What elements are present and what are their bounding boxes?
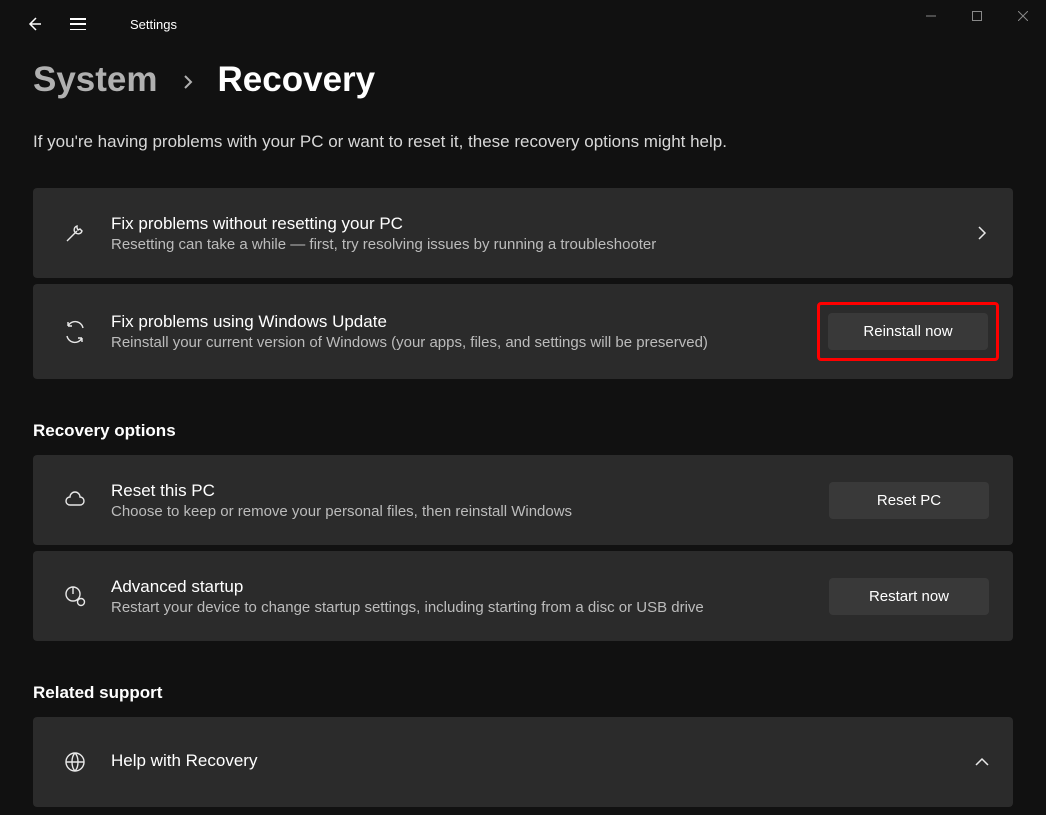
page-title: Recovery: [218, 60, 376, 100]
app-title: Settings: [130, 17, 177, 32]
hamburger-icon: [70, 18, 86, 30]
close-button[interactable]: [1000, 0, 1046, 32]
globe-icon: [57, 744, 93, 780]
highlight-annotation: Reinstall now: [817, 302, 999, 361]
cloud-reset-icon: [57, 482, 93, 518]
card-fix-win-update: Fix problems using Windows Update Reinst…: [33, 284, 1013, 379]
restart-now-button[interactable]: Restart now: [829, 578, 989, 615]
card-advanced-startup: Advanced startup Restart your device to …: [33, 551, 1013, 641]
card-desc: Resetting can take a while — first, try …: [111, 236, 975, 253]
chevron-right-icon: [975, 226, 989, 240]
wrench-icon: [57, 215, 93, 251]
reinstall-now-button[interactable]: Reinstall now: [828, 313, 988, 350]
card-title: Advanced startup: [111, 577, 829, 597]
chevron-up-icon: [975, 755, 989, 769]
maximize-button[interactable]: [954, 0, 1000, 32]
card-title: Fix problems using Windows Update: [111, 312, 817, 332]
card-help-recovery[interactable]: Help with Recovery: [33, 717, 1013, 807]
reset-pc-button[interactable]: Reset PC: [829, 482, 989, 519]
maximize-icon: [972, 11, 982, 21]
card-title: Help with Recovery: [111, 751, 975, 771]
card-reset-pc: Reset this PC Choose to keep or remove y…: [33, 455, 1013, 545]
card-fix-no-reset[interactable]: Fix problems without resetting your PC R…: [33, 188, 1013, 278]
close-icon: [1018, 11, 1028, 21]
breadcrumb-parent[interactable]: System: [33, 60, 158, 100]
minimize-button[interactable]: [908, 0, 954, 32]
back-button[interactable]: [14, 4, 54, 44]
card-desc: Choose to keep or remove your personal f…: [111, 503, 829, 520]
breadcrumb: System Recovery: [0, 60, 1046, 100]
section-recovery-options: Recovery options: [33, 421, 1013, 441]
sync-icon: [57, 314, 93, 350]
section-related-support: Related support: [33, 683, 1013, 703]
menu-button[interactable]: [58, 4, 98, 44]
card-desc: Reinstall your current version of Window…: [111, 334, 817, 351]
back-arrow-icon: [26, 16, 42, 32]
power-gear-icon: [57, 578, 93, 614]
card-title: Fix problems without resetting your PC: [111, 214, 975, 234]
minimize-icon: [926, 11, 936, 21]
card-title: Reset this PC: [111, 481, 829, 501]
card-desc: Restart your device to change startup se…: [111, 599, 829, 616]
intro-text: If you're having problems with your PC o…: [33, 132, 1013, 152]
chevron-right-icon: [180, 70, 196, 96]
